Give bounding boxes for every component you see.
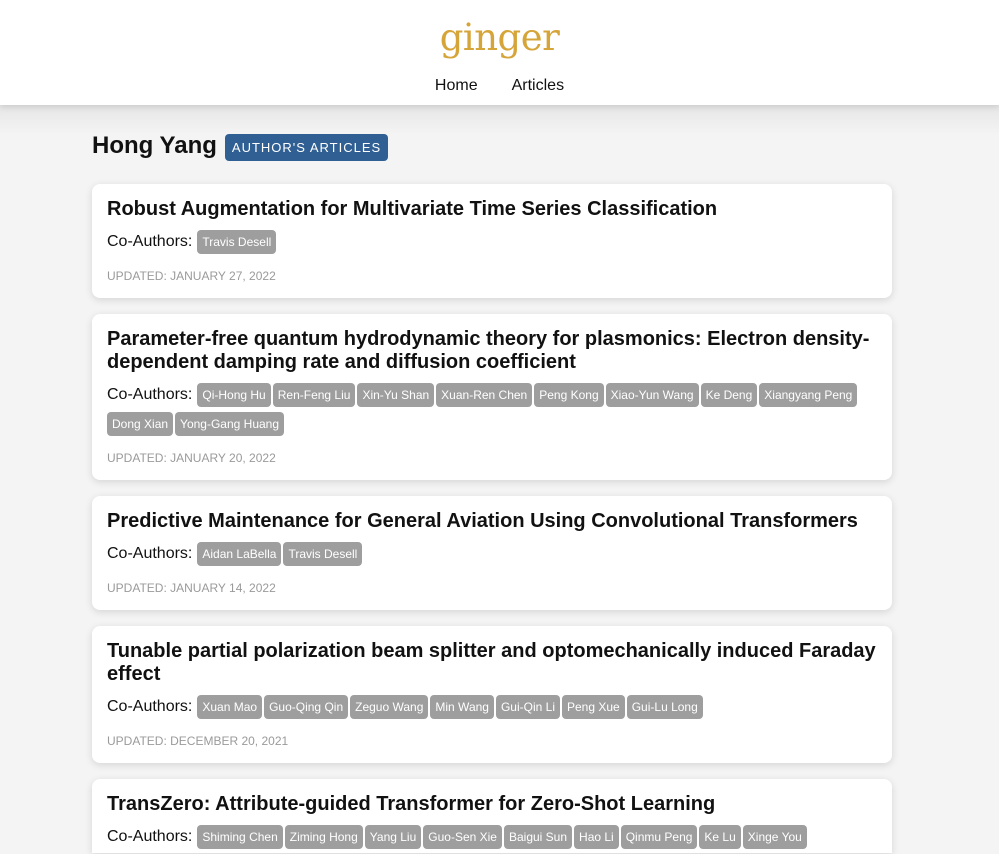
article-title-link[interactable]: Predictive Maintenance for General Aviat…	[107, 510, 877, 533]
coauthor-tag[interactable]: Yong-Gang Huang	[175, 412, 285, 436]
coauthor-tag[interactable]: Ke Deng	[700, 383, 758, 407]
updated-date: UPDATED: JANUARY 14, 2022	[107, 581, 276, 595]
coauthor-tag[interactable]: Gui-Qin Li	[495, 695, 560, 719]
coauthor-tag[interactable]: Travis Desell	[283, 542, 363, 566]
article-title-link[interactable]: Parameter-free quantum hydrodynamic theo…	[107, 328, 877, 374]
coauthors-label: Co-Authors:	[107, 698, 193, 715]
author-name: Hong Yang	[92, 132, 217, 159]
coauthor-tag[interactable]: Ren-Feng Liu	[272, 383, 356, 407]
coauthor-tag[interactable]: Hao Li	[574, 825, 619, 849]
coauthor-tag[interactable]: Xuan Mao	[197, 695, 263, 719]
coauthors-label: Co-Authors:	[107, 386, 193, 403]
article-title-link[interactable]: Robust Augmentation for Multivariate Tim…	[107, 198, 877, 221]
coauthor-tag[interactable]: Qinmu Peng	[620, 825, 698, 849]
coauthors-label: Co-Authors:	[107, 828, 193, 845]
article-card: Tunable partial polarization beam splitt…	[92, 626, 892, 763]
coauthors-label: Co-Authors:	[107, 545, 193, 562]
coauthor-tag[interactable]: Ke Lu	[699, 825, 741, 849]
coauthor-tag[interactable]: Gui-Lu Long	[626, 695, 703, 719]
coauthor-tag[interactable]: Zeguo Wang	[350, 695, 429, 719]
updated-date: UPDATED: JANUARY 20, 2022	[107, 451, 276, 465]
article-card: Predictive Maintenance for General Aviat…	[92, 496, 892, 610]
coauthor-tag[interactable]: Xin-Yu Shan	[357, 383, 435, 407]
coauthor-tag[interactable]: Yang Liu	[364, 825, 422, 849]
main-nav: Home Articles	[0, 76, 999, 96]
coauthors-label: Co-Authors:	[107, 233, 193, 250]
coauthor-tag[interactable]: Peng Kong	[534, 383, 604, 407]
coauthor-tag[interactable]: Ziming Hong	[284, 825, 363, 849]
coauthor-tag[interactable]: Qi-Hong Hu	[197, 383, 271, 407]
article-card: Parameter-free quantum hydrodynamic theo…	[92, 314, 892, 480]
coauthor-tag[interactable]: Dong Xian	[107, 412, 174, 436]
author-heading: Hong Yang AUTHOR'S ARTICLES	[92, 131, 389, 161]
site-logo[interactable]: ginger	[0, 16, 999, 60]
coauthor-tag[interactable]: Travis Desell	[197, 230, 277, 254]
coauthor-tag[interactable]: Peng Xue	[562, 695, 625, 719]
coauthor-tag[interactable]: Xuan-Ren Chen	[436, 383, 533, 407]
article-title-link[interactable]: TransZero: Attribute-guided Transformer …	[107, 793, 877, 816]
nav-articles-link[interactable]: Articles	[512, 76, 564, 96]
coauthor-tag[interactable]: Xinge You	[742, 825, 807, 849]
nav-home-link[interactable]: Home	[435, 76, 478, 96]
article-card: TransZero: Attribute-guided Transformer …	[92, 779, 892, 853]
article-card: Robust Augmentation for Multivariate Tim…	[92, 184, 892, 298]
coauthors-row: Co-Authors: Shiming Chen Ziming Hong Yang L…	[107, 825, 877, 854]
coauthor-tag[interactable]: Guo-Sen Xie	[423, 825, 502, 849]
coauthor-tag[interactable]: Guo-Qing Qin	[264, 695, 349, 719]
coauthor-tag[interactable]: Aidan LaBella	[197, 542, 282, 566]
site-header: ginger Home Articles	[0, 0, 999, 105]
coauthor-tag[interactable]: Baigui Sun	[503, 825, 573, 849]
coauthor-tag[interactable]: Min Wang	[430, 695, 494, 719]
coauthors-row: Co-Authors: Aidan LaBella Travis Desell	[107, 542, 877, 571]
updated-date: UPDATED: JANUARY 27, 2022	[107, 269, 276, 283]
coauthors-row: Co-Authors: Xuan Mao Guo-Qing Qin Zeguo Wan…	[107, 695, 877, 724]
authors-articles-badge: AUTHOR'S ARTICLES	[224, 134, 389, 161]
coauthors-row: Co-Authors: Travis Desell	[107, 230, 877, 259]
coauthor-tag[interactable]: Xiao-Yun Wang	[605, 383, 699, 407]
coauthors-row: Co-Authors: Qi-Hong Hu Ren-Feng Liu Xin-Yu …	[107, 383, 877, 441]
updated-date: UPDATED: DECEMBER 20, 2021	[107, 734, 289, 748]
article-title-link[interactable]: Tunable partial polarization beam splitt…	[107, 640, 877, 686]
coauthor-tag[interactable]: Shiming Chen	[197, 825, 283, 849]
coauthor-tag[interactable]: Xiangyang Peng	[759, 383, 858, 407]
